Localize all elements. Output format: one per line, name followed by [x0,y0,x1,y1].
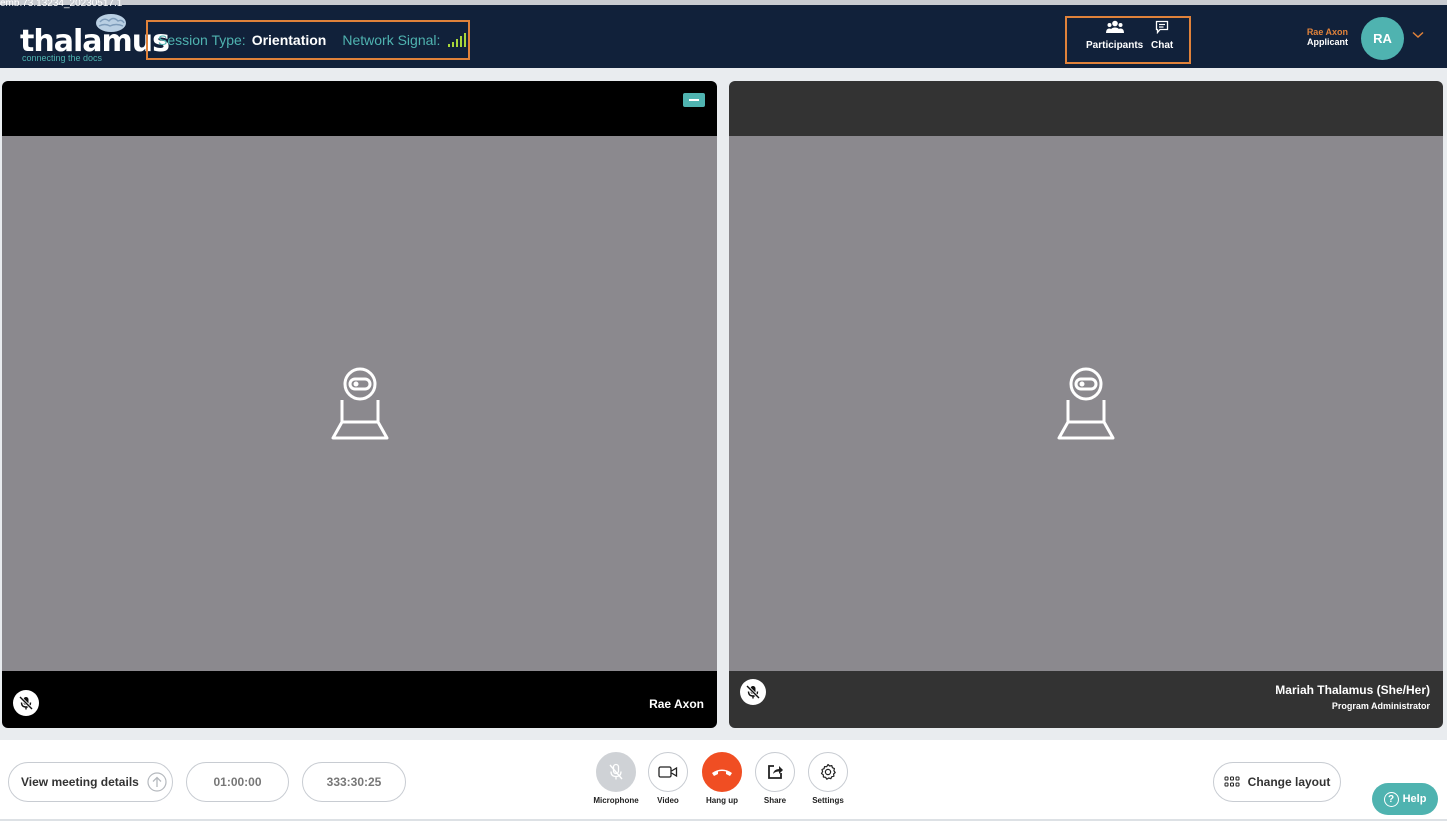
user-role: Applicant [1306,37,1348,47]
thalamus-logo[interactable]: thalamus connecting the docs [18,13,170,65]
share-control[interactable]: Share [754,752,796,805]
help-button[interactable]: ? Help [1372,783,1438,815]
network-signal-label: Network Signal: [342,32,441,48]
microphone-control[interactable]: Microphone [591,752,641,805]
hang-up-control[interactable]: Hang up [701,752,743,805]
hang-up-button[interactable] [702,752,742,792]
change-layout-button[interactable]: Change layout [1213,762,1341,802]
session-type-label: Session Type: [158,32,246,48]
gear-icon [820,763,836,780]
logo-tagline: connecting the docs [22,53,103,63]
participant-name: Rae Axon [649,697,704,711]
mic-off-icon [13,690,39,716]
network-signal-icon [448,33,467,47]
grid-layout-icon [1224,776,1240,787]
participant-name: Mariah Thalamus (She/Her) [1275,683,1430,697]
avatar[interactable]: RA [1361,17,1404,60]
settings-label: Settings [812,796,844,805]
chat-label: Chat [1151,40,1174,51]
microphone-button[interactable] [596,752,636,792]
video-tile-remote: Mariah Thalamus (She/Her) Program Admini… [729,81,1443,728]
chevron-down-icon[interactable] [1412,31,1424,39]
video-camera-icon [658,766,678,778]
view-meeting-details-label: View meeting details [21,775,139,789]
participant-role: Program Administrator [1331,701,1430,711]
control-bar: View meeting details 01:00:00 333:30:25 … [0,740,1447,821]
settings-button[interactable] [808,752,848,792]
settings-control[interactable]: Settings [807,752,849,805]
mic-off-icon [740,679,766,705]
arrow-up-circle-icon [147,772,167,792]
participants-button[interactable]: Participants [1086,20,1143,51]
question-icon: ? [1383,791,1399,807]
chat-icon [1155,20,1169,34]
participants-label: Participants [1086,40,1144,51]
top-header: thalamus connecting the docs Session Typ… [0,5,1447,68]
help-label: Help [1402,793,1427,805]
video-tile-self: Rae Axon [2,81,717,728]
chat-button[interactable]: Chat [1151,20,1173,51]
elapsed-timer: 333:30:25 [302,762,406,802]
mic-muted-icon [609,763,623,780]
video-placeholder [2,136,717,671]
share-button[interactable] [755,752,795,792]
camera-off-icon [331,367,388,439]
user-name: Rae Axon [1306,27,1348,37]
video-placeholder [729,136,1443,671]
header-tools: Participants Chat [1065,16,1191,64]
microphone-label: Microphone [593,796,639,805]
session-type-value: Orientation [251,32,327,48]
video-label: Video [657,796,679,805]
video-button[interactable] [648,752,688,792]
share-icon [768,765,783,779]
phone-hangup-icon [712,769,732,776]
video-control[interactable]: Video [648,752,688,805]
version-text: emb.73.13234_20230517.1 [0,0,123,9]
share-label: Share [763,796,787,805]
session-info: Session Type: Orientation Network Signal… [146,20,470,60]
view-meeting-details-button[interactable]: View meeting details [8,762,173,802]
change-layout-label: Change layout [1247,775,1331,789]
camera-off-icon [1057,367,1115,439]
hang-up-label: Hang up [706,796,738,805]
session-timer: 01:00:00 [186,762,289,802]
participants-icon [1105,20,1124,33]
minimize-tile-button[interactable] [683,93,705,107]
